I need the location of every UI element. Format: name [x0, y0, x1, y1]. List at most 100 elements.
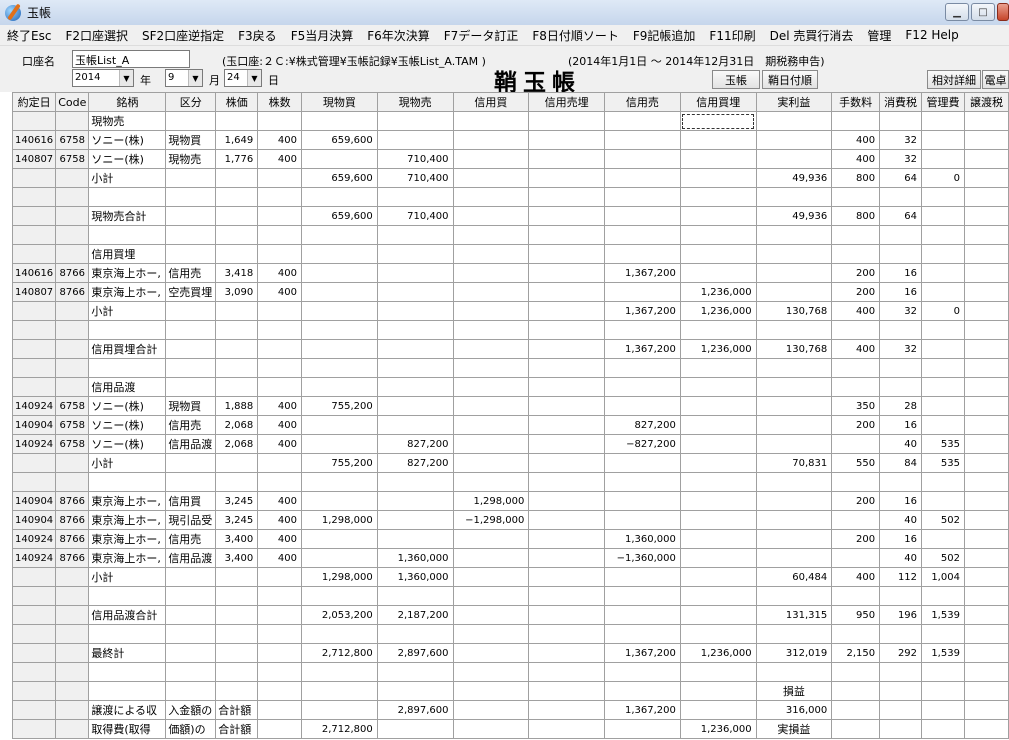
- cell-code[interactable]: [55, 320, 90, 340]
- cell-category[interactable]: 信用品渡: [165, 434, 217, 454]
- cell-admin-fee[interactable]: [921, 472, 965, 492]
- cell-margin-buy-close[interactable]: [679, 700, 757, 720]
- cell-margin-sell-close[interactable]: [528, 168, 605, 188]
- cell-margin-buy-close[interactable]: [679, 529, 757, 549]
- cell-price[interactable]: 合計額: [215, 700, 259, 720]
- cell-margin-buy[interactable]: [452, 586, 530, 606]
- column-header-category[interactable]: 区分: [165, 92, 217, 112]
- cell-fee[interactable]: 200: [831, 282, 881, 302]
- cell-category[interactable]: 空売買埋: [165, 282, 217, 302]
- cell-shares[interactable]: 400: [257, 282, 302, 302]
- cell-cash-buy[interactable]: [301, 244, 378, 264]
- menu-admin[interactable]: 管理: [860, 27, 898, 44]
- cell-consumption-tax[interactable]: 292: [879, 643, 923, 663]
- cell-cash-buy[interactable]: [301, 434, 378, 454]
- cell-admin-fee[interactable]: [921, 586, 965, 606]
- cell-margin-buy-close[interactable]: 1,236,000: [679, 643, 757, 663]
- cell-fee[interactable]: [831, 320, 881, 340]
- cell-admin-fee[interactable]: 1,539: [921, 605, 965, 625]
- cell-price[interactable]: 1,649: [215, 130, 259, 150]
- cell-margin-buy[interactable]: [452, 624, 530, 644]
- cell-fee[interactable]: [831, 624, 881, 644]
- cell-transfer-tax[interactable]: [963, 282, 1009, 302]
- cell-stock[interactable]: ソニー(株): [88, 434, 167, 454]
- cell-date[interactable]: 140904: [11, 415, 57, 435]
- cell-cash-sell[interactable]: 710,400: [376, 168, 454, 188]
- cell-profit[interactable]: [755, 130, 833, 150]
- cell-price[interactable]: 3,418: [215, 263, 259, 283]
- cell-admin-fee[interactable]: [921, 206, 965, 226]
- cell-cash-sell[interactable]: 1,360,000: [376, 548, 454, 568]
- cell-margin-sell[interactable]: [604, 586, 681, 606]
- cell-cash-buy[interactable]: 2,712,800: [301, 719, 378, 739]
- cell-margin-buy[interactable]: [452, 301, 530, 321]
- cell-transfer-tax[interactable]: [963, 529, 1009, 549]
- cell-admin-fee[interactable]: [921, 681, 965, 701]
- cell-stock[interactable]: 取得費(取得: [88, 719, 167, 739]
- cell-stock[interactable]: 小計: [88, 168, 167, 188]
- close-button[interactable]: [997, 3, 1009, 21]
- cell-category[interactable]: [165, 472, 217, 492]
- cell-profit[interactable]: 60,484: [755, 567, 833, 587]
- cell-date[interactable]: 140807: [11, 282, 57, 302]
- cell-transfer-tax[interactable]: [963, 320, 1009, 340]
- cell-margin-buy[interactable]: [452, 529, 530, 549]
- cell-margin-sell[interactable]: [604, 377, 681, 397]
- menu-add-entry[interactable]: F9記帳追加: [626, 27, 703, 44]
- column-header-margin-sell-close[interactable]: 信用売埋: [528, 92, 605, 112]
- cell-margin-buy[interactable]: [452, 263, 530, 283]
- cell-cash-buy[interactable]: [301, 548, 378, 568]
- cell-date[interactable]: [11, 339, 57, 359]
- table-row[interactable]: 小計 755,200 827,200 70,831 550 84 535: [11, 453, 1009, 473]
- cell-fee[interactable]: 200: [831, 263, 881, 283]
- cell-margin-buy-close[interactable]: [679, 434, 757, 454]
- cell-price[interactable]: 3,245: [215, 510, 259, 530]
- cell-admin-fee[interactable]: [921, 377, 965, 397]
- cell-margin-buy-close[interactable]: [679, 206, 757, 226]
- cell-margin-sell-close[interactable]: [528, 206, 605, 226]
- cell-admin-fee[interactable]: [921, 111, 965, 131]
- cell-profit[interactable]: [755, 529, 833, 549]
- cell-category[interactable]: [165, 662, 217, 682]
- cell-cash-buy[interactable]: 659,600: [301, 206, 378, 226]
- cell-price[interactable]: [215, 377, 259, 397]
- cell-margin-buy-close[interactable]: [679, 567, 757, 587]
- cell-shares[interactable]: [257, 339, 302, 359]
- table-row[interactable]: 小計 1,367,200 1,236,000 130,768 400 32 0: [11, 301, 1009, 321]
- cell-margin-buy[interactable]: [452, 700, 530, 720]
- cell-margin-buy[interactable]: [452, 453, 530, 473]
- cell-consumption-tax[interactable]: [879, 472, 923, 492]
- cell-shares[interactable]: [257, 358, 302, 378]
- cell-margin-buy-close[interactable]: [679, 168, 757, 188]
- cell-profit[interactable]: [755, 111, 833, 131]
- cell-margin-sell-close[interactable]: [528, 320, 605, 340]
- cell-code[interactable]: [55, 225, 90, 245]
- cell-margin-buy-close[interactable]: [679, 624, 757, 644]
- cell-date[interactable]: [11, 586, 57, 606]
- cell-transfer-tax[interactable]: [963, 491, 1009, 511]
- cell-margin-sell-close[interactable]: [528, 605, 605, 625]
- cell-date[interactable]: [11, 244, 57, 264]
- cell-transfer-tax[interactable]: [963, 339, 1009, 359]
- cell-fee[interactable]: [831, 434, 881, 454]
- cell-margin-buy-close[interactable]: [679, 244, 757, 264]
- cell-profit[interactable]: 損益: [755, 681, 833, 701]
- cell-consumption-tax[interactable]: 40: [879, 510, 923, 530]
- cell-margin-buy-close[interactable]: 1,236,000: [679, 719, 757, 739]
- cell-margin-buy-close[interactable]: [679, 491, 757, 511]
- cell-price[interactable]: [215, 567, 259, 587]
- cell-transfer-tax[interactable]: [963, 301, 1009, 321]
- cell-margin-buy-close[interactable]: 1,236,000: [679, 282, 757, 302]
- cell-price[interactable]: [215, 472, 259, 492]
- cell-fee[interactable]: 200: [831, 415, 881, 435]
- cell-transfer-tax[interactable]: [963, 510, 1009, 530]
- cell-stock[interactable]: [88, 586, 167, 606]
- cell-margin-sell[interactable]: 1,360,000: [604, 529, 681, 549]
- cell-consumption-tax[interactable]: 64: [879, 206, 923, 226]
- cell-transfer-tax[interactable]: [963, 472, 1009, 492]
- cell-margin-buy[interactable]: [452, 377, 530, 397]
- cell-margin-sell-close[interactable]: [528, 130, 605, 150]
- cell-cash-sell[interactable]: [376, 491, 454, 511]
- cell-stock[interactable]: 小計: [88, 301, 167, 321]
- menu-help[interactable]: F12 Help: [898, 28, 965, 42]
